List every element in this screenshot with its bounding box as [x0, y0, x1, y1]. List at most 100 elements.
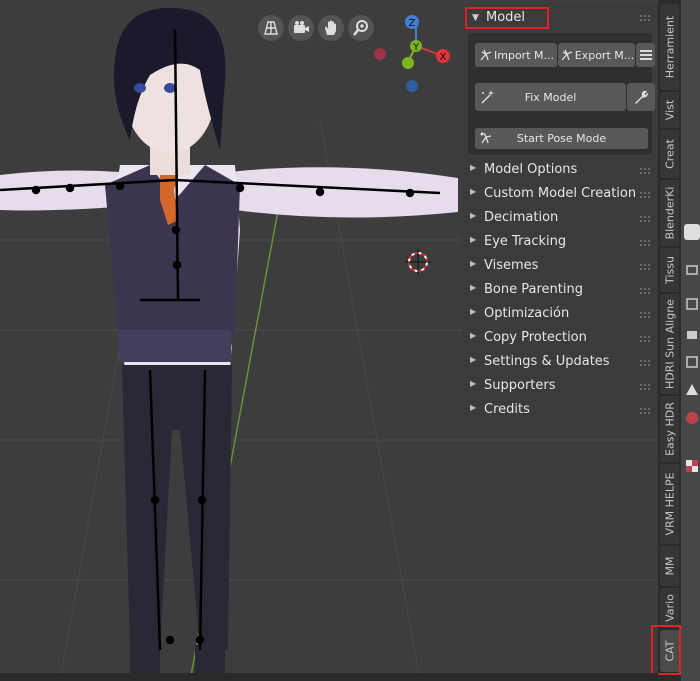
tab-creat[interactable]: Creat [660, 130, 679, 178]
fix-model-button[interactable]: Fix Model [475, 83, 626, 111]
collapse-triangle-icon: ▶ [470, 331, 477, 340]
collapse-triangle-icon: ▶ [470, 403, 477, 412]
drag-grip-icon[interactable] [640, 14, 652, 22]
export-model-label: Export M... [574, 48, 635, 62]
scene-icon[interactable] [684, 354, 700, 370]
section-decimation[interactable]: ▶ Decimation [462, 207, 658, 231]
export-icon [561, 49, 572, 61]
gizmo-z-label: Z [409, 18, 416, 29]
tab-easy-hdr[interactable]: Easy HDR [660, 396, 679, 462]
fix-model-label: Fix Model [524, 90, 577, 104]
tab-label: Herramient [663, 15, 676, 79]
section-label: Credits [484, 402, 530, 417]
section-optimizacion[interactable]: ▶ Optimización [462, 303, 658, 327]
tab-label: Easy HDR [663, 402, 676, 456]
model-panel-header[interactable]: ▼ Model [462, 4, 658, 30]
collapse-triangle-icon: ▶ [470, 235, 477, 244]
section-settings-updates[interactable]: ▶ Settings & Updates [462, 351, 658, 375]
section-visemes[interactable]: ▶ Visemes [462, 255, 658, 279]
drag-grip-icon[interactable] [640, 383, 652, 391]
magic-wand-icon [481, 90, 494, 104]
start-pose-mode-button[interactable]: Start Pose Mode [475, 128, 648, 149]
tool-icon[interactable] [684, 224, 700, 240]
material-icon[interactable] [684, 458, 700, 474]
section-label: Visemes [484, 258, 539, 273]
wrench-button[interactable] [627, 83, 655, 111]
drag-grip-icon[interactable] [640, 335, 652, 343]
grid-view-icon[interactable] [258, 15, 284, 41]
world-icon[interactable] [684, 382, 700, 398]
drag-grip-icon[interactable] [640, 191, 652, 199]
view-layer-icon[interactable] [684, 326, 700, 342]
sidebar-n-panel: ▼ Model Import M... Export M... Fix Mode… [462, 4, 658, 423]
tab-label: Vist [663, 99, 676, 121]
expand-triangle-icon: ▼ [472, 13, 479, 23]
menu-button[interactable] [636, 43, 655, 67]
tab-label: HDRI Sun Aligne [663, 299, 676, 389]
tab-tissue[interactable]: Tissu [660, 248, 679, 292]
section-label: Eye Tracking [484, 234, 567, 249]
zoom-icon[interactable] [348, 15, 374, 41]
import-model-label: Import M... [494, 48, 554, 62]
section-model-options[interactable]: ▶ Model Options [462, 159, 658, 183]
section-copy-protection[interactable]: ▶ Copy Protection [462, 327, 658, 351]
import-model-button[interactable]: Import M... [475, 43, 557, 67]
camera-icon[interactable] [288, 15, 314, 41]
section-credits[interactable]: ▶ Credits [462, 399, 658, 423]
hand-pan-icon[interactable] [318, 15, 344, 41]
section-label: Decimation [484, 210, 559, 225]
wrench-icon [635, 90, 649, 104]
section-label: Bone Parenting [484, 282, 583, 297]
section-eye-tracking[interactable]: ▶ Eye Tracking [462, 231, 658, 255]
tab-vrm-helper[interactable]: VRM HELPE [660, 464, 679, 544]
drag-grip-icon[interactable] [640, 263, 652, 271]
collapse-triangle-icon: ▶ [470, 163, 477, 172]
section-label: Copy Protection [484, 330, 587, 345]
collapse-triangle-icon: ▶ [470, 355, 477, 364]
model-actions-box: Import M... Export M... Fix Model Start … [468, 33, 655, 155]
section-label: Model Options [484, 162, 578, 177]
cat-tab-highlight [651, 625, 681, 675]
tab-vario[interactable]: Vario [660, 588, 679, 628]
bottom-status-bar [0, 673, 658, 681]
pose-icon [480, 132, 492, 144]
section-supporters[interactable]: ▶ Supporters [462, 375, 658, 399]
tab-hdri-sun-aligner[interactable]: HDRI Sun Aligne [660, 294, 679, 394]
section-custom-model-creation[interactable]: ▶ Custom Model Creation [462, 183, 658, 207]
properties-editor-strip [681, 0, 700, 681]
section-label: Custom Model Creation [484, 186, 637, 201]
drag-grip-icon[interactable] [640, 167, 652, 175]
collapse-triangle-icon: ▶ [470, 307, 477, 316]
drag-grip-icon[interactable] [640, 311, 652, 319]
tab-blenderkit[interactable]: BlenderKi [660, 180, 679, 246]
import-icon [480, 49, 492, 61]
drag-grip-icon[interactable] [640, 287, 652, 295]
output-icon[interactable] [684, 296, 700, 312]
tab-label: Creat [663, 139, 676, 169]
gizmo-y-label: Y [412, 42, 420, 53]
section-label: Settings & Updates [484, 354, 610, 369]
section-label: Supporters [484, 378, 556, 393]
object-icon[interactable] [684, 410, 700, 426]
collapse-triangle-icon: ▶ [470, 211, 477, 220]
render-icon[interactable] [684, 262, 700, 278]
drag-grip-icon[interactable] [640, 407, 652, 415]
drag-grip-icon[interactable] [640, 215, 652, 223]
tab-label: Tissu [663, 256, 676, 284]
tab-label: Vario [663, 594, 676, 622]
drag-grip-icon[interactable] [640, 239, 652, 247]
tab-vist[interactable]: Vist [660, 92, 679, 128]
tab-mm[interactable]: MM [660, 546, 679, 586]
gizmo-x-label: X [440, 52, 447, 63]
tab-herramient[interactable]: Herramient [660, 4, 679, 90]
section-bone-parenting[interactable]: ▶ Bone Parenting [462, 279, 658, 303]
section-label: Optimización [484, 306, 570, 321]
tab-label: VRM HELPE [663, 472, 676, 536]
export-model-button[interactable]: Export M... [558, 43, 635, 67]
start-pose-mode-label: Start Pose Mode [516, 132, 607, 145]
model-header-highlight[interactable]: ▼ Model [465, 7, 549, 29]
tab-label: MM [663, 556, 676, 576]
tab-label: BlenderKi [663, 186, 676, 240]
drag-grip-icon[interactable] [640, 359, 652, 367]
collapse-triangle-icon: ▶ [470, 283, 477, 292]
